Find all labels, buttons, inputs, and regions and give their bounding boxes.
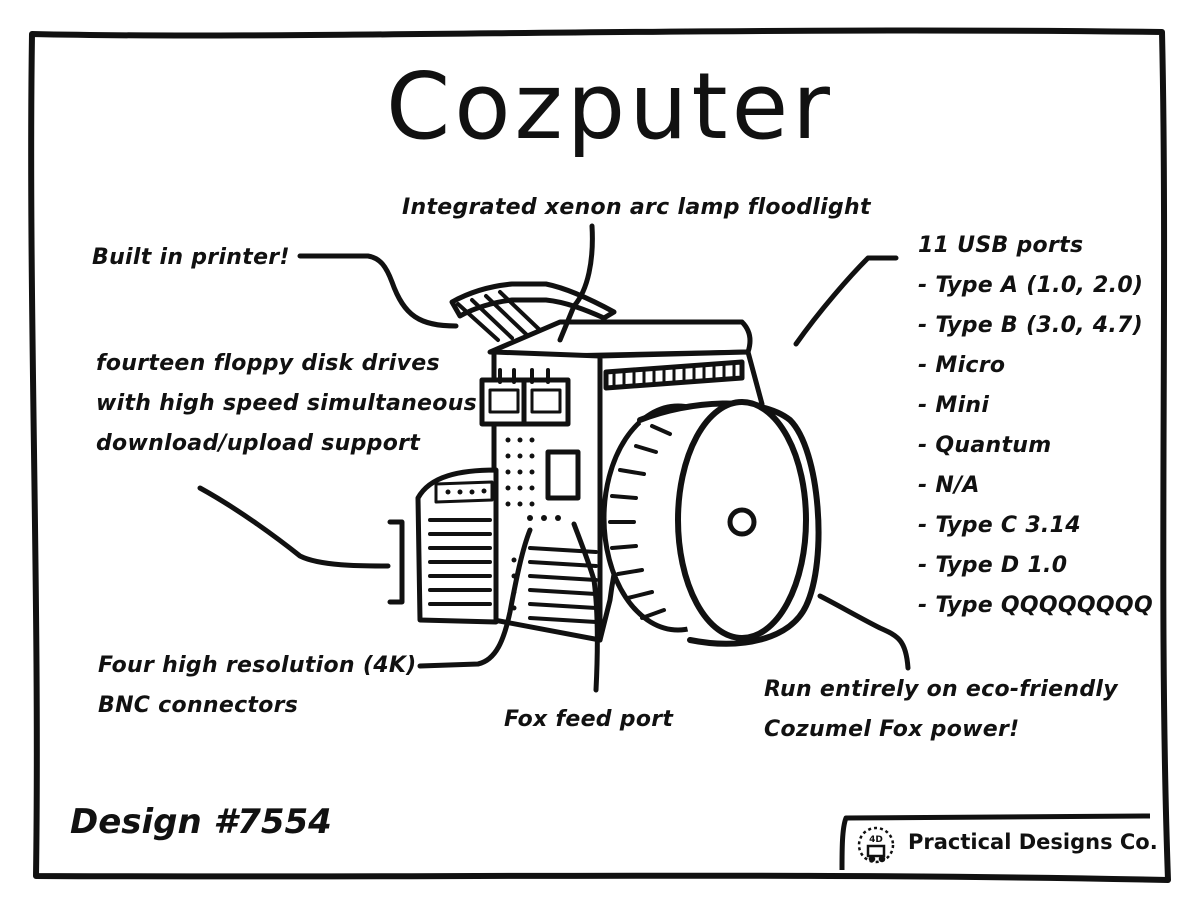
label-floppy-line: download/upload support — [96, 431, 421, 456]
usb-list-item: - Type D 1.0 — [918, 553, 1068, 578]
label-bnc-line: Four high resolution (4K) — [98, 653, 417, 678]
label-usb-list: 11 USB ports - Type A (1.0, 2.0) - Type … — [918, 226, 1153, 626]
company-name: Practical Designs Co. — [908, 830, 1158, 854]
usb-list-item: 11 USB ports — [918, 233, 1084, 258]
floppy-bracket — [387, 519, 405, 605]
usb-list-item: - Mini — [918, 393, 990, 418]
label-floppy: fourteen floppy disk drives with high sp… — [96, 344, 477, 464]
gear-clock-icon — [857, 826, 895, 864]
leader-floppy — [197, 485, 391, 569]
label-floppy-line: fourteen floppy disk drives — [96, 351, 440, 376]
usb-list-item: - Quantum — [918, 433, 1052, 458]
usb-list-item: - Type A (1.0, 2.0) — [918, 273, 1144, 298]
design-number: Design #7554 — [70, 802, 332, 842]
page-title: Cozputer — [385, 53, 835, 160]
leader-power — [817, 593, 911, 671]
label-power-line: Cozumel Fox power! — [764, 717, 1020, 742]
label-bnc: Four high resolution (4K) BNC connectors — [98, 646, 417, 726]
label-power: Run entirely on eco-friendly Cozumel Fox… — [764, 670, 1118, 750]
label-floodlight: Integrated xenon arc lamp floodlight — [402, 195, 871, 220]
usb-list-item: - Type C 3.14 — [918, 513, 1081, 538]
label-fox-port: Fox feed port — [504, 707, 674, 732]
logo-text: 4D — [869, 835, 883, 845]
label-power-line: Run entirely on eco-friendly — [764, 677, 1118, 702]
machine-sketch — [415, 281, 822, 647]
usb-list-item: - N/A — [918, 473, 980, 498]
diagram-canvas: 4D Cozputer Integrated xenon arc lamp fl… — [0, 0, 1200, 900]
leader-usb — [793, 255, 899, 347]
leader-printer — [297, 253, 459, 329]
usb-list-item: - Type B (3.0, 4.7) — [918, 313, 1144, 338]
label-printer: Built in printer! — [92, 245, 290, 270]
label-floppy-line: with high speed simultaneous — [96, 391, 478, 416]
usb-list-item: - Micro — [918, 353, 1006, 378]
label-bnc-line: BNC connectors — [98, 693, 299, 718]
usb-list-item: - Type QQQQQQQQ — [918, 593, 1153, 618]
